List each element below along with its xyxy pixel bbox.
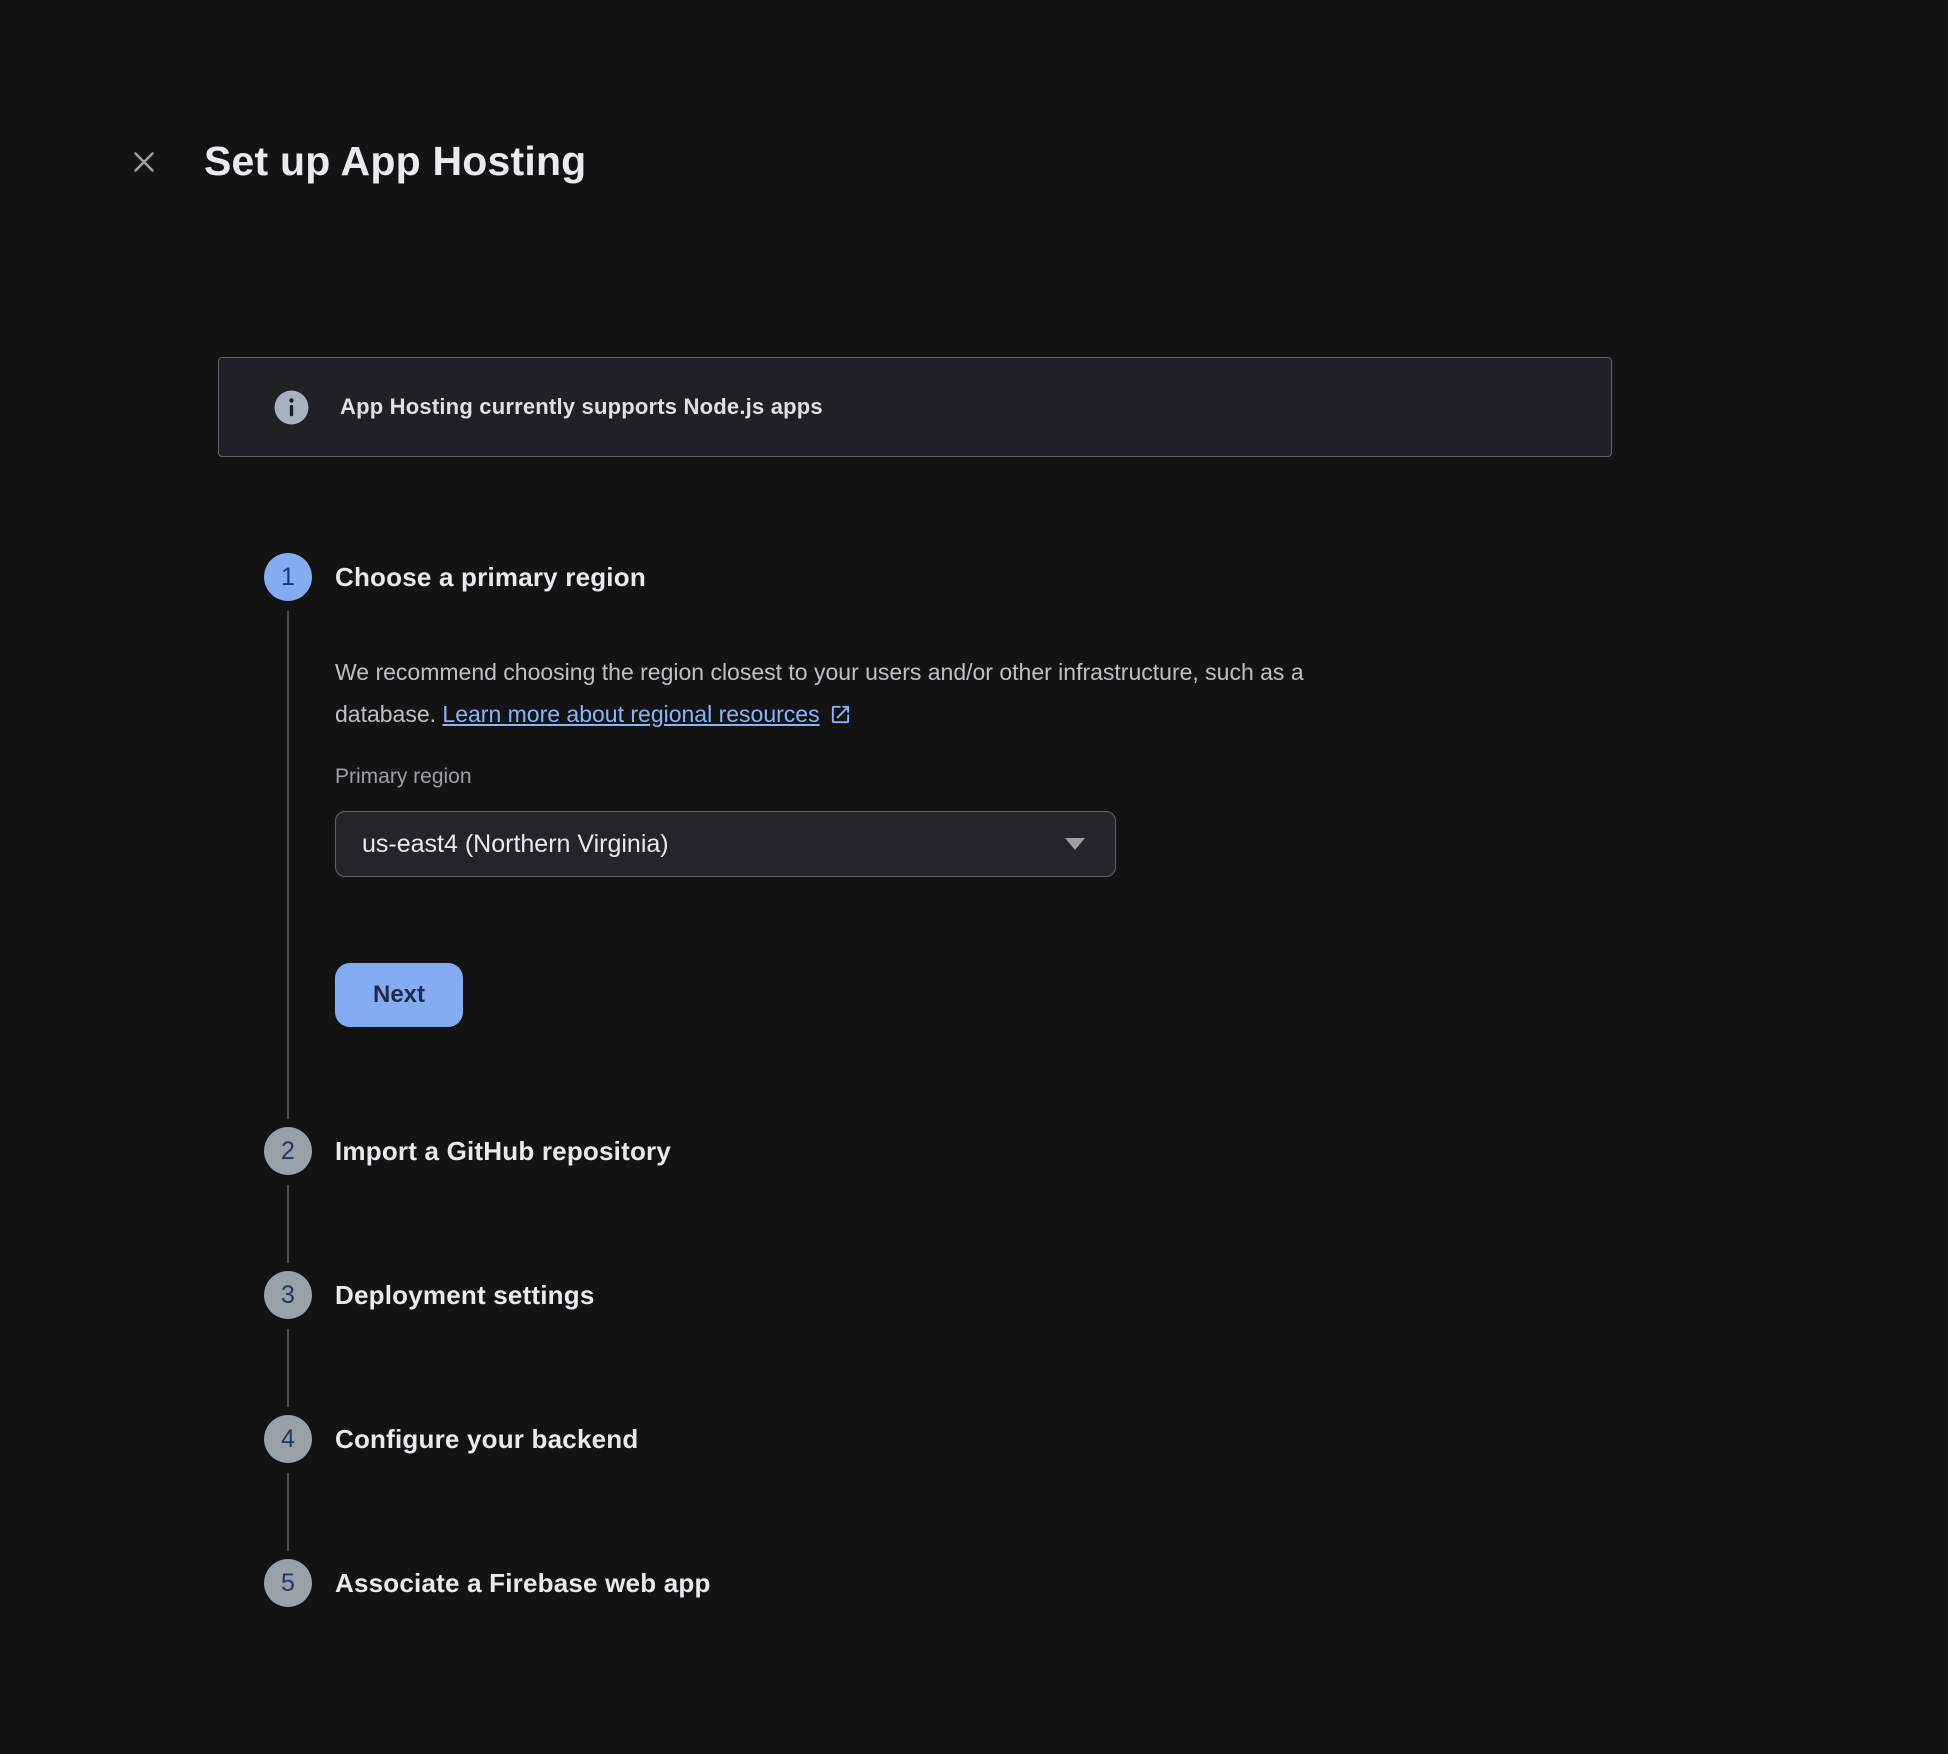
- step-4-number-badge: 4: [264, 1415, 312, 1463]
- page-title: Set up App Hosting: [204, 138, 586, 185]
- primary-region-select-value: us-east4 (Northern Virginia): [362, 830, 669, 859]
- description-line-1: We recommend choosing the region closest…: [335, 659, 1304, 685]
- step-4-rail: 4: [264, 1415, 312, 1559]
- info-banner: App Hosting currently supports Node.js a…: [218, 357, 1612, 457]
- step-1-title: Choose a primary region: [335, 553, 1948, 601]
- step-3-title: Deployment settings: [335, 1271, 1948, 1319]
- primary-region-select[interactable]: us-east4 (Northern Virginia): [335, 811, 1116, 877]
- banner-text: App Hosting currently supports Node.js a…: [340, 394, 823, 420]
- learn-more-link[interactable]: Learn more about regional resources: [442, 701, 851, 727]
- description-line-2: database.: [335, 701, 442, 727]
- step-connector: [287, 1329, 289, 1407]
- step-connector: [287, 1185, 289, 1263]
- step-5-number-badge: 5: [264, 1559, 312, 1607]
- dialog-header: Set up App Hosting: [0, 0, 1948, 185]
- step-1-rail: 1: [264, 553, 312, 1127]
- step-deployment-settings: 3 Deployment settings: [264, 1271, 1948, 1415]
- step-3-number-badge: 3: [264, 1271, 312, 1319]
- step-1-body: Choose a primary region We recommend cho…: [335, 553, 1948, 1127]
- step-connector: [287, 611, 289, 1119]
- step-1-description: We recommend choosing the region closest…: [335, 651, 1948, 735]
- step-2-title: Import a GitHub repository: [335, 1127, 1948, 1175]
- step-choose-primary-region: 1 Choose a primary region We recommend c…: [264, 553, 1948, 1127]
- step-2-number-badge: 2: [264, 1127, 312, 1175]
- info-icon: [273, 389, 310, 426]
- step-5-title: Associate a Firebase web app: [335, 1559, 1948, 1607]
- step-2-rail: 2: [264, 1127, 312, 1271]
- close-icon: [127, 145, 161, 179]
- step-1-number-badge: 1: [264, 553, 312, 601]
- step-associate-firebase-web-app: 5 Associate a Firebase web app: [264, 1559, 1948, 1607]
- step-5-rail: 5: [264, 1559, 312, 1607]
- step-1-content: We recommend choosing the region closest…: [335, 601, 1948, 1027]
- close-button[interactable]: [124, 142, 164, 182]
- setup-app-hosting-dialog: Set up App Hosting App Hosting currently…: [0, 0, 1948, 1607]
- step-configure-your-backend: 4 Configure your backend: [264, 1415, 1948, 1559]
- step-4-title: Configure your backend: [335, 1415, 1948, 1463]
- step-connector: [287, 1473, 289, 1551]
- step-3-rail: 3: [264, 1271, 312, 1415]
- next-button[interactable]: Next: [335, 963, 463, 1027]
- learn-more-label: Learn more about regional resources: [442, 701, 819, 727]
- setup-stepper: 1 Choose a primary region We recommend c…: [264, 553, 1948, 1607]
- primary-region-label: Primary region: [335, 765, 1948, 789]
- step-import-github-repository: 2 Import a GitHub repository: [264, 1127, 1948, 1271]
- external-link-icon: [829, 703, 852, 726]
- dropdown-arrow-icon: [1065, 838, 1085, 850]
